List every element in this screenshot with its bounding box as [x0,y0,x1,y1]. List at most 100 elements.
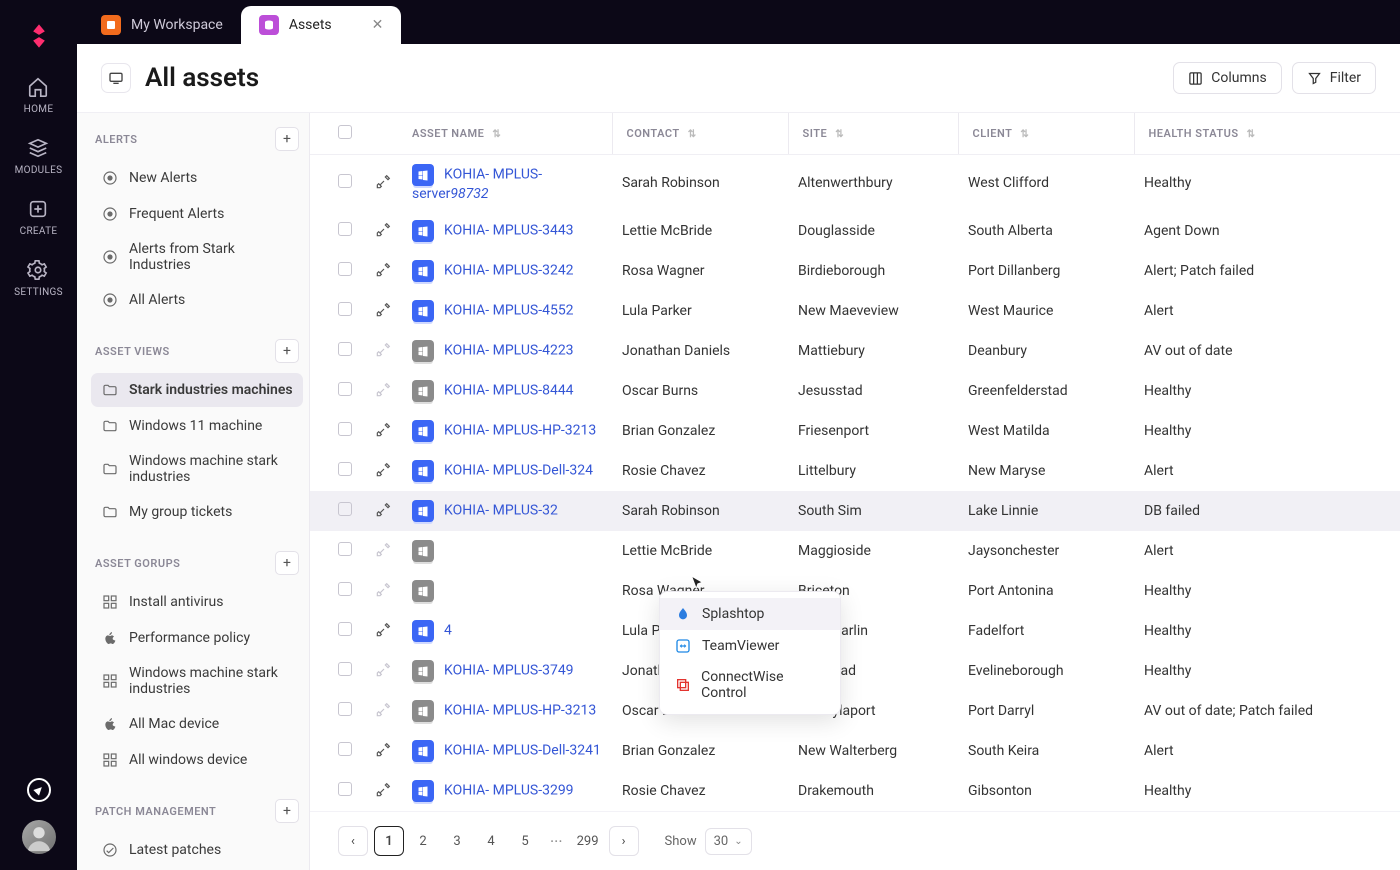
sort-icon[interactable]: ⇅ [835,129,844,140]
add-view-button[interactable]: + [275,339,299,363]
table-row[interactable]: KOHIA- MPLUS-HP-3213 Brian Gonzalez Frie… [310,411,1400,451]
asset-name-link[interactable]: 4 [444,623,452,639]
sort-icon[interactable]: ⇅ [1020,129,1029,140]
select-all-checkbox[interactable] [338,125,352,139]
add-patch-button[interactable]: + [275,799,299,823]
row-checkbox[interactable] [338,742,352,756]
table-row[interactable]: KOHIA- MPLUS-HP-3213 Oscar Burns Makayla… [310,691,1400,731]
sidebar-group-item[interactable]: Install antivirus [91,585,303,619]
app-logo[interactable] [19,16,59,56]
table-row[interactable]: Lettie McBride Maggioside Jaysonchester … [310,531,1400,571]
row-checkbox[interactable] [338,702,352,716]
tab-workspace[interactable]: My Workspace [83,6,241,44]
sidebar-view-item[interactable]: Windows machine stark industries [91,445,303,493]
user-avatar[interactable] [22,820,56,854]
sidebar-group-item[interactable]: All Mac device [91,707,303,741]
close-icon[interactable]: ✕ [372,17,384,33]
row-checkbox[interactable] [338,542,352,556]
sort-icon[interactable]: ⇅ [1247,129,1256,140]
nav-home[interactable]: HOME [24,76,54,115]
asset-name-link[interactable]: KOHIA- MPLUS-4223 [444,343,574,359]
page-number[interactable]: 2 [408,826,438,856]
table-row[interactable]: Rosa Wagner Briceton Port Antonina Healt… [310,571,1400,611]
nav-settings[interactable]: SETTINGS [14,259,63,298]
asset-name-link[interactable]: KOHIA- MPLUS-Dell-3241 [444,743,601,759]
remote-tool-icon[interactable] [376,505,392,521]
page-number[interactable]: 3 [442,826,472,856]
sidebar-group-item[interactable]: Performance policy [91,621,303,655]
asset-name-link[interactable]: KOHIA- MPLUS-4552 [444,303,574,319]
ctx-teamviewer[interactable]: TeamViewer [660,630,840,662]
nav-create[interactable]: CREATE [20,198,58,237]
table-row[interactable]: KOHIA- MPLUS-3242 Rosa Wagner Birdieboro… [310,251,1400,291]
remote-tool-icon[interactable] [376,265,392,281]
table-row[interactable]: KOHIA- MPLUS-32 Sarah Robinson South Sim… [310,491,1400,531]
page-size-select[interactable]: 30⌄ [705,828,752,855]
row-checkbox[interactable] [338,342,352,356]
nav-modules[interactable]: MODULES [15,137,63,176]
remote-tool-icon[interactable] [376,625,392,641]
compass-icon[interactable] [27,778,51,802]
asset-name-link[interactable]: KOHIA- MPLUS-3749 [444,663,574,679]
page-number[interactable]: 5 [510,826,540,856]
page-number[interactable]: 1 [374,826,404,856]
table-row[interactable]: KOHIA- MPLUS-Dell-3241 Brian Gonzalez Ne… [310,731,1400,771]
remote-tool-icon[interactable] [376,305,392,321]
row-checkbox[interactable] [338,662,352,676]
table-row[interactable]: KOHIA- MPLUS-4223 Jonathan Daniels Matti… [310,331,1400,371]
sidebar-alert-item[interactable]: Frequent Alerts [91,197,303,231]
columns-button[interactable]: Columns [1173,62,1281,94]
table-row[interactable]: KOHIA- MPLUS-3443 Lettie McBride Douglas… [310,211,1400,251]
row-checkbox[interactable] [338,422,352,436]
asset-name-link[interactable]: KOHIA- MPLUS-HP-3213 [444,703,596,719]
sidebar-view-item[interactable]: My group tickets [91,495,303,529]
page-next[interactable]: › [609,826,639,856]
ctx-connectwise[interactable]: ConnectWise Control [660,662,840,708]
asset-name-link[interactable]: KOHIA- MPLUS-8444 [444,383,574,399]
sidebar-view-item[interactable]: Windows 11 machine [91,409,303,443]
table-row[interactable]: KOHIA- MPLUS-8444 Oscar Burns Jesusstad … [310,371,1400,411]
row-checkbox[interactable] [338,582,352,596]
remote-tool-icon[interactable] [376,785,392,801]
sidebar-patch-item[interactable]: Latest patches [91,833,303,867]
table-row[interactable]: KOHIA- MPLUS-3299 Rosie Chavez Drakemout… [310,771,1400,811]
row-checkbox[interactable] [338,382,352,396]
filter-button[interactable]: Filter [1292,62,1376,94]
row-checkbox[interactable] [338,302,352,316]
row-checkbox[interactable] [338,782,352,796]
asset-name-link[interactable]: KOHIA- MPLUS-Dell-324 [444,463,593,479]
sidebar-view-item[interactable]: Stark industries machines [91,373,303,407]
table-row[interactable]: KOHIA- MPLUS-4552 Lula Parker New Maevev… [310,291,1400,331]
row-checkbox[interactable] [338,262,352,276]
page-prev[interactable]: ‹ [338,826,368,856]
table-row[interactable]: 4 Lula Parker East Marlin Fadelfort Heal… [310,611,1400,651]
sort-icon[interactable]: ⇅ [492,129,501,140]
remote-tool-icon[interactable] [376,745,392,761]
sidebar-alert-item[interactable]: All Alerts [91,283,303,317]
page-number[interactable]: 4 [476,826,506,856]
sort-icon[interactable]: ⇅ [688,129,697,140]
row-checkbox[interactable] [338,174,352,188]
sidebar-alert-item[interactable]: Alerts from Stark Industries [91,233,303,281]
asset-name-link[interactable]: KOHIA- MPLUS-HP-3213 [444,423,596,439]
remote-tool-icon[interactable] [376,425,392,441]
tab-assets[interactable]: Assets ✕ [241,6,402,44]
remote-tool-icon[interactable] [376,177,392,193]
remote-tool-icon[interactable] [376,225,392,241]
remote-tool-icon[interactable] [376,465,392,481]
asset-name-link[interactable]: KOHIA- MPLUS-3299 [444,783,574,799]
asset-name-link[interactable]: KOHIA- MPLUS-3242 [444,263,574,279]
ctx-splashtop[interactable]: Splashtop [660,598,840,630]
row-checkbox[interactable] [338,462,352,476]
row-checkbox[interactable] [338,622,352,636]
add-group-button[interactable]: + [275,551,299,575]
sidebar-alert-item[interactable]: New Alerts [91,161,303,195]
sidebar-group-item[interactable]: Windows machine stark industries [91,657,303,705]
table-row[interactable]: KOHIA- MPLUS-3749 Jonathan Daniels Ellio… [310,651,1400,691]
table-row[interactable]: KOHIA- MPLUS-Dell-324 Rosie Chavez Litte… [310,451,1400,491]
sidebar-group-item[interactable]: All windows device [91,743,303,777]
add-alert-button[interactable]: + [275,127,299,151]
asset-name-link[interactable]: KOHIA- MPLUS-3443 [444,223,574,239]
asset-name-link[interactable]: KOHIA- MPLUS-32 [444,503,558,519]
row-checkbox[interactable] [338,502,352,516]
